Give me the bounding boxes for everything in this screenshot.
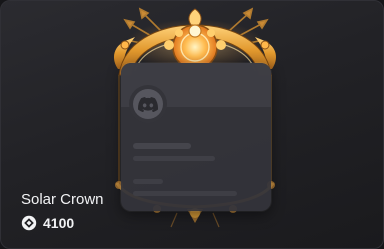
section-line-placeholder xyxy=(133,191,237,196)
shop-item-card[interactable]: Solar Crown 4100 xyxy=(0,0,384,249)
price-value: 4100 xyxy=(43,215,75,231)
avatar xyxy=(133,89,163,119)
section-title-placeholder xyxy=(133,179,163,184)
tag-placeholder xyxy=(133,156,215,161)
orb-currency-icon xyxy=(21,215,37,231)
username-placeholder xyxy=(133,143,191,149)
item-title: Solar Crown xyxy=(21,191,104,208)
discord-logo-icon xyxy=(138,96,158,112)
profile-preview-panel xyxy=(121,63,271,211)
item-price: 4100 xyxy=(21,214,74,232)
